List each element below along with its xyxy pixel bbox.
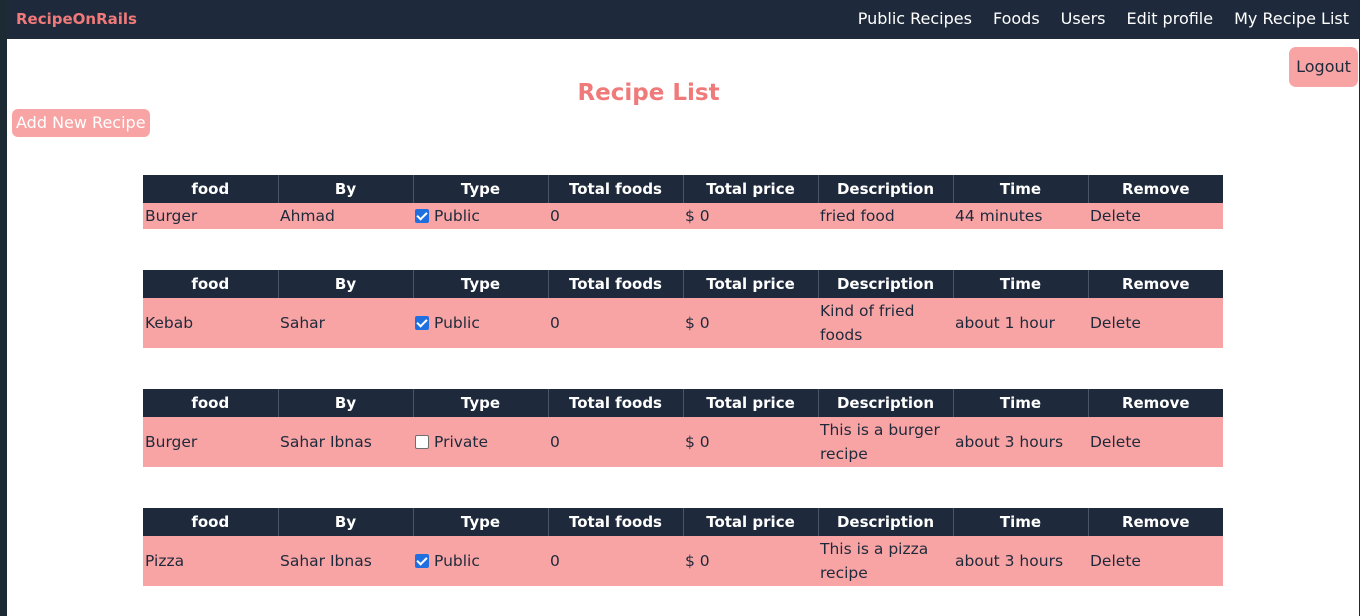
recipe-type-cell: Private — [413, 417, 548, 467]
column-header-type: Type — [412, 508, 548, 536]
column-header-remove: Remove — [1087, 508, 1223, 536]
recipe-type-cell: Public — [413, 203, 548, 229]
recipe-author-cell: Sahar Ibnas — [278, 536, 413, 586]
recipe-description-cell: Kind of fried foods — [818, 298, 953, 348]
column-header-by: By — [277, 270, 413, 298]
table-row: Burger Sahar Ibnas Private 0 $ 0 This is… — [143, 417, 1223, 467]
delete-recipe-link[interactable]: Delete — [1088, 417, 1223, 467]
column-header-by: By — [277, 175, 413, 203]
column-header-food: food — [143, 270, 278, 298]
column-header-type: Type — [412, 175, 548, 203]
nav-link-users[interactable]: Users — [1061, 9, 1106, 28]
column-header-type: Type — [412, 270, 548, 298]
nav-links: Public Recipes Foods Users Edit profile … — [837, 9, 1349, 28]
recipe-food-cell[interactable]: Burger — [143, 417, 278, 467]
recipe-description-cell: fried food — [818, 203, 953, 229]
column-header-time: Time — [952, 389, 1088, 417]
column-header-description: Description — [817, 175, 953, 203]
delete-recipe-link[interactable]: Delete — [1088, 536, 1223, 586]
table-header-row: food By Type Total foods Total price Des… — [143, 175, 1223, 203]
recipe-food-cell[interactable]: Kebab — [143, 298, 278, 348]
column-header-remove: Remove — [1087, 175, 1223, 203]
recipe-total-price-cell: $ 0 — [683, 536, 818, 586]
column-header-type: Type — [412, 389, 548, 417]
column-header-by: By — [277, 389, 413, 417]
column-header-total-foods: Total foods — [547, 508, 683, 536]
recipe-type-cell: Public — [413, 298, 548, 348]
top-navbar: RecipeOnRails Public Recipes Foods Users… — [7, 0, 1359, 39]
recipe-type-label: Public — [434, 207, 480, 225]
recipe-food-cell[interactable]: Pizza — [143, 536, 278, 586]
recipe-time-cell: about 1 hour — [953, 298, 1088, 348]
recipe-table: food By Type Total foods Total price Des… — [143, 389, 1223, 467]
column-header-total-foods: Total foods — [547, 175, 683, 203]
recipe-type-label: Public — [434, 314, 480, 332]
column-header-remove: Remove — [1087, 389, 1223, 417]
brand-logo[interactable]: RecipeOnRails — [16, 10, 137, 28]
column-header-food: food — [143, 175, 278, 203]
public-checkbox[interactable] — [415, 316, 429, 330]
logout-button[interactable]: Logout — [1289, 47, 1358, 87]
page-title: Recipe List — [577, 80, 720, 106]
nav-link-foods[interactable]: Foods — [993, 9, 1040, 28]
public-checkbox[interactable] — [415, 209, 429, 223]
recipe-time-cell: about 3 hours — [953, 417, 1088, 467]
recipe-time-cell: 44 minutes — [953, 203, 1088, 229]
recipe-total-foods-cell: 0 — [548, 536, 683, 586]
nav-link-public-recipes[interactable]: Public Recipes — [858, 9, 972, 28]
delete-recipe-link[interactable]: Delete — [1088, 298, 1223, 348]
recipe-type-label: Private — [434, 433, 489, 451]
recipe-table: food By Type Total foods Total price Des… — [143, 508, 1223, 586]
column-header-time: Time — [952, 175, 1088, 203]
recipe-author-cell: Sahar — [278, 298, 413, 348]
column-header-description: Description — [817, 389, 953, 417]
recipe-type-cell: Public — [413, 536, 548, 586]
table-header-row: food By Type Total foods Total price Des… — [143, 508, 1223, 536]
column-header-total-price: Total price — [682, 508, 818, 536]
recipe-total-foods-cell: 0 — [548, 298, 683, 348]
recipe-total-foods-cell: 0 — [548, 203, 683, 229]
table-row: Burger Ahmad Public 0 $ 0 fried food 44 … — [143, 203, 1223, 229]
column-header-time: Time — [952, 270, 1088, 298]
table-header-row: food By Type Total foods Total price Des… — [143, 270, 1223, 298]
public-checkbox[interactable] — [415, 554, 429, 568]
column-header-total-foods: Total foods — [547, 270, 683, 298]
column-header-total-price: Total price — [682, 389, 818, 417]
recipe-table: food By Type Total foods Total price Des… — [143, 175, 1223, 229]
column-header-description: Description — [817, 270, 953, 298]
column-header-food: food — [143, 508, 278, 536]
column-header-remove: Remove — [1087, 270, 1223, 298]
recipe-type-label: Public — [434, 552, 480, 570]
column-header-time: Time — [952, 508, 1088, 536]
recipe-description-cell: This is a burger recipe — [818, 417, 953, 467]
table-header-row: food By Type Total foods Total price Des… — [143, 389, 1223, 417]
recipe-total-price-cell: $ 0 — [683, 203, 818, 229]
column-header-by: By — [277, 508, 413, 536]
nav-link-my-recipe-list[interactable]: My Recipe List — [1234, 9, 1349, 28]
recipe-author-cell: Sahar Ibnas — [278, 417, 413, 467]
delete-recipe-link[interactable]: Delete — [1088, 203, 1223, 229]
public-checkbox[interactable] — [415, 435, 429, 449]
table-row: Pizza Sahar Ibnas Public 0 $ 0 This is a… — [143, 536, 1223, 586]
app-window: RecipeOnRails Public Recipes Foods Users… — [7, 0, 1359, 616]
recipe-description-cell: This is a pizza recipe — [818, 536, 953, 586]
column-header-total-foods: Total foods — [547, 389, 683, 417]
recipe-time-cell: about 3 hours — [953, 536, 1088, 586]
column-header-food: food — [143, 389, 278, 417]
column-header-total-price: Total price — [682, 270, 818, 298]
recipe-total-price-cell: $ 0 — [683, 417, 818, 467]
recipe-total-price-cell: $ 0 — [683, 298, 818, 348]
nav-link-edit-profile[interactable]: Edit profile — [1126, 9, 1213, 28]
table-row: Kebab Sahar Public 0 $ 0 Kind of fried f… — [143, 298, 1223, 348]
recipe-author-cell: Ahmad — [278, 203, 413, 229]
column-header-description: Description — [817, 508, 953, 536]
add-new-recipe-button[interactable]: Add New Recipe — [12, 109, 150, 137]
recipe-table: food By Type Total foods Total price Des… — [143, 270, 1223, 348]
recipe-total-foods-cell: 0 — [548, 417, 683, 467]
recipe-food-cell[interactable]: Burger — [143, 203, 278, 229]
column-header-total-price: Total price — [682, 175, 818, 203]
